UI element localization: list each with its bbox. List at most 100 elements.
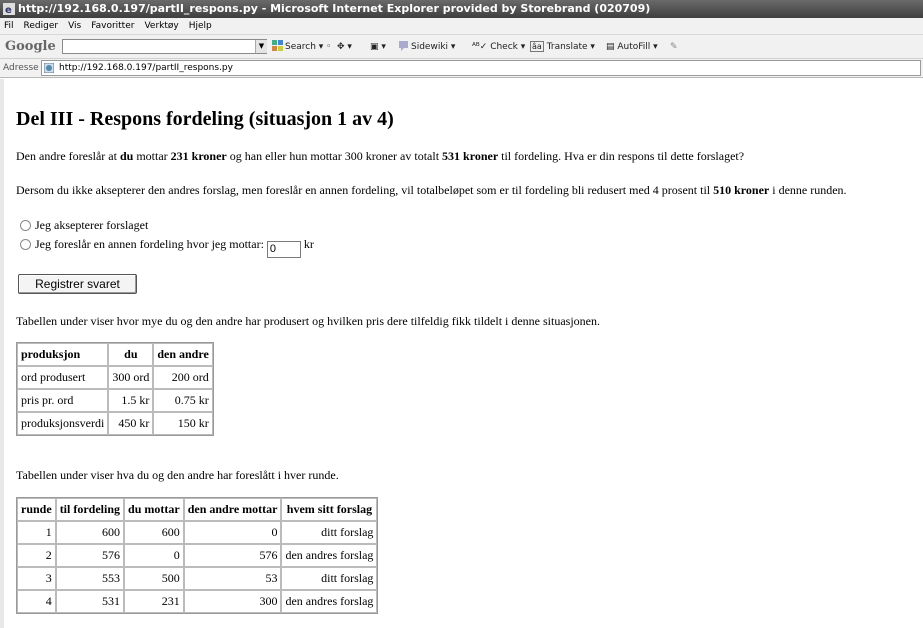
table-cell: 150 kr <box>153 412 213 435</box>
window-titlebar: e http://192.168.0.197/partII_respons.py… <box>0 0 923 18</box>
table-header: hvem sitt forslag <box>281 498 378 521</box>
table-cell: den andres forslag <box>281 544 378 567</box>
table-header: til fordeling <box>55 498 125 521</box>
share-icon: ✥ <box>337 42 345 52</box>
spellcheck-icon: ᴬᴮ✓ <box>472 42 488 52</box>
sidewiki-icon <box>399 41 408 51</box>
chevron-down-icon[interactable]: ▼ <box>255 40 267 53</box>
submit-button[interactable]: Registrer svaret <box>18 274 137 294</box>
pen-button[interactable]: ✎ <box>670 40 678 54</box>
table-cell: den andres forslag <box>281 590 378 613</box>
menu-bar: Fil Rediger Vis Favoritter Verktøy Hjelp <box>0 18 923 35</box>
table-cell: 300 <box>183 590 282 613</box>
intro-amount: 231 kroner <box>170 149 227 163</box>
table-header: du mottar <box>124 498 184 521</box>
table-header: produksjon <box>17 343 109 366</box>
search-button[interactable]: Search ▾ ◦ <box>272 40 331 54</box>
intro-part: og han eller hun mottar 300 kroner av to… <box>226 149 443 163</box>
intro-part: Den andre foreslår at <box>16 149 120 163</box>
check-label: Check <box>490 42 518 52</box>
google-search-input[interactable] <box>62 39 267 54</box>
sidewiki-label: Sidewiki <box>411 42 449 52</box>
table-cell: ord produsert <box>17 366 109 389</box>
page-content: Del III - Respons fordeling (situasjon 1… <box>0 79 923 628</box>
table-cell: 1.5 kr <box>108 389 154 412</box>
page-icon <box>44 63 54 73</box>
table-cell: 450 kr <box>108 412 154 435</box>
intro-total: 531 kroner <box>442 149 499 163</box>
menu-view[interactable]: Vis <box>64 18 87 35</box>
reduction-amount: 510 kroner <box>713 183 770 197</box>
option-accept-label: Jeg aksepterer forslaget <box>35 218 149 232</box>
autofill-label: AutoFill <box>617 42 651 52</box>
reduction-part: Dersom du ikke aksepterer den andres for… <box>16 183 714 197</box>
autofill-button[interactable]: ▤ AutoFill ▾ <box>606 40 658 54</box>
pagerank-button[interactable]: ▣ ▾ <box>370 40 386 54</box>
autofill-icon: ▤ <box>606 42 615 52</box>
address-input[interactable]: http://192.168.0.197/partII_respons.py <box>41 60 921 76</box>
menu-help[interactable]: Hjelp <box>185 18 218 35</box>
intro-part: til fordeling. Hva er din respons til de… <box>498 149 745 163</box>
translate-icon: âa <box>530 41 544 52</box>
translate-label: Translate <box>546 42 588 52</box>
table-row: pris pr. ord 1.5 kr 0.75 kr <box>17 389 213 412</box>
table-row: 3 553 500 53 ditt forslag <box>17 567 378 590</box>
menu-favorites[interactable]: Favoritter <box>87 18 140 35</box>
table-cell: 553 <box>55 567 125 590</box>
table-cell: 576 <box>183 544 282 567</box>
table-row: 4 531 231 300 den andres forslag <box>17 590 378 613</box>
menu-tools[interactable]: Verktøy <box>140 18 184 35</box>
address-label: Adresse <box>3 63 39 73</box>
radio-propose[interactable] <box>20 239 31 250</box>
intro-part: mottar <box>133 149 171 163</box>
left-border <box>0 79 4 628</box>
address-url: http://192.168.0.197/partII_respons.py <box>59 63 233 73</box>
table-cell: 3 <box>17 567 56 590</box>
search-label: Search <box>285 42 316 52</box>
table-cell: 231 <box>124 590 184 613</box>
table-cell: 1 <box>17 521 56 544</box>
table-cell: 0.75 kr <box>153 389 213 412</box>
table-header: runde <box>17 498 56 521</box>
table-cell: 2 <box>17 544 56 567</box>
svg-text:e: e <box>5 5 12 15</box>
table2-caption: Tabellen under viser hva du og den andre… <box>16 468 339 482</box>
page-title: Del III - Respons fordeling (situasjon 1… <box>16 108 394 130</box>
production-table: produksjon du den andre ord produsert 30… <box>16 342 214 436</box>
menu-edit[interactable]: Rediger <box>20 18 65 35</box>
google-toolbar: Google ▼ Search ▾ ◦ ✥ ▾ ▣ ▾ Sidewiki ▾ ᴬ… <box>0 35 923 59</box>
table-cell: 500 <box>124 567 184 590</box>
table-cell: 200 ord <box>153 366 213 389</box>
translate-button[interactable]: âa Translate ▾ <box>530 40 595 54</box>
table-header: du <box>108 343 154 366</box>
address-bar: Adresse http://192.168.0.197/partII_resp… <box>0 59 923 78</box>
table-cell: 300 ord <box>108 366 154 389</box>
option-propose-label: Jeg foreslår en annen fordeling hvor jeg… <box>35 237 264 251</box>
reduction-text: Dersom du ikke aksepterer den andres for… <box>16 183 847 198</box>
sidewiki-button[interactable]: Sidewiki ▾ <box>398 40 455 54</box>
option-propose[interactable]: Jeg foreslår en annen fordeling hvor jeg… <box>20 237 314 258</box>
table-header: den andre <box>153 343 213 366</box>
check-button[interactable]: ᴬᴮ✓ Check ▾ <box>472 40 525 54</box>
table-cell: 600 <box>124 521 184 544</box>
table-cell: 531 <box>55 590 125 613</box>
option-accept[interactable]: Jeg aksepterer forslaget <box>20 218 148 233</box>
amount-input[interactable]: 0 <box>266 241 301 258</box>
table-header-row: produksjon du den andre <box>17 343 213 366</box>
pen-icon: ✎ <box>670 42 678 52</box>
table-row: produksjonsverdi 450 kr 150 kr <box>17 412 213 435</box>
table-cell: ditt forslag <box>281 521 378 544</box>
intro-du: du <box>119 149 134 163</box>
table-cell: 576 <box>55 544 125 567</box>
menu-file[interactable]: Fil <box>0 18 20 35</box>
table-cell: produksjonsverdi <box>17 412 109 435</box>
amount-unit: kr <box>303 237 314 251</box>
table-row: 1 600 600 0 ditt forslag <box>17 521 378 544</box>
table-header-row: runde til fordeling du mottar den andre … <box>17 498 378 521</box>
search-icon <box>272 40 283 51</box>
ie-logo-icon: e <box>3 3 15 15</box>
table1-caption: Tabellen under viser hvor mye du og den … <box>16 314 601 328</box>
google-logo: Google <box>5 39 56 54</box>
bookmark-button[interactable]: ✥ ▾ <box>337 40 352 54</box>
radio-accept[interactable] <box>20 220 31 231</box>
